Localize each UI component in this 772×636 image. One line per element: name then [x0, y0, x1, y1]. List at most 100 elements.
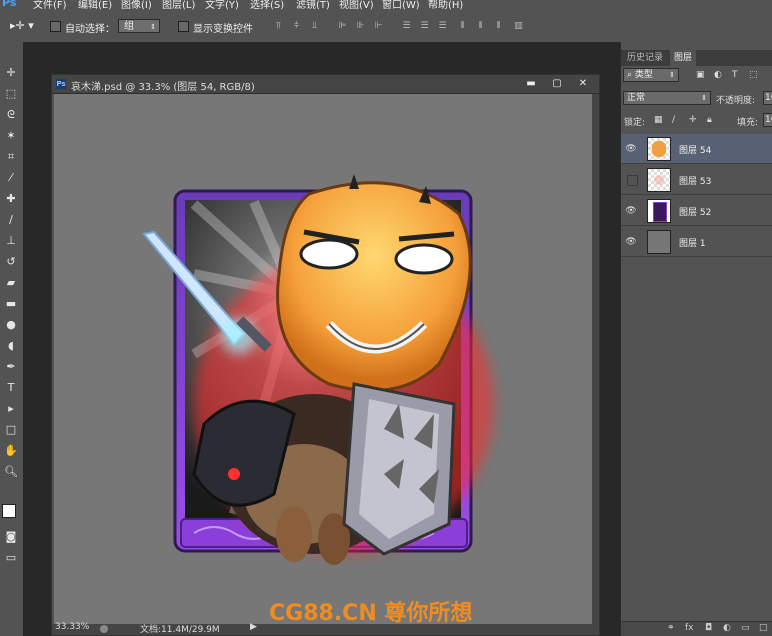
foreground-color-swatch[interactable] [2, 504, 16, 518]
distribute-left-icon[interactable]: ⦀ [457, 20, 468, 32]
menu-select[interactable]: 选择(S) [250, 0, 284, 10]
add-mask-icon[interactable]: ◘ [705, 623, 712, 633]
show-transform-label: 显示变换控件 [193, 24, 253, 35]
layer-row[interactable]: 👁︎ 图层 1 [621, 227, 772, 257]
maximize-button[interactable]: ▢ [544, 75, 570, 92]
eyedropper-icon[interactable]: ⁄ [2, 169, 20, 187]
opacity-value: 10 [765, 93, 772, 103]
zoom-tool-icon[interactable]: 🔍︎ [2, 463, 20, 481]
show-transform-checkbox[interactable] [178, 21, 189, 32]
dodge-tool-icon[interactable]: ◖ [2, 337, 20, 355]
visibility-eye-icon[interactable]: 👁︎ [625, 236, 637, 248]
brush-tool-icon[interactable]: ∕ [2, 211, 20, 229]
menu-edit[interactable]: 编辑(E) [78, 0, 112, 10]
layer-filter-dropdown[interactable]: ⌕ 类型 ⇕ [623, 68, 679, 82]
lasso-tool-icon[interactable]: ᘓ [2, 106, 20, 124]
filter-pixel-icon[interactable]: ▣ [696, 70, 705, 80]
hand-tool-icon[interactable]: ✋ [2, 442, 20, 460]
screen-mode-icon[interactable]: ▭ [2, 549, 20, 567]
dropdown-arrow-icon: ⇕ [701, 94, 707, 102]
shape-tool-icon[interactable]: □ [2, 421, 20, 439]
align-left-icon[interactable]: ⊫ [337, 20, 348, 32]
zoom-level[interactable]: 33.33% [55, 622, 89, 632]
gradient-tool-icon[interactable]: ▬ [2, 295, 20, 313]
align-hcenter-icon[interactable]: ⊪ [355, 20, 366, 32]
distribute-top-icon[interactable]: ☰ [401, 20, 412, 32]
menu-file[interactable]: 文件(F) [33, 0, 67, 10]
filter-shape-icon[interactable]: ⬚ [749, 70, 758, 80]
healing-brush-icon[interactable]: ✚ [2, 190, 20, 208]
canvas[interactable]: CG88.CN 尊你所想 [54, 94, 592, 625]
filter-adjust-icon[interactable]: ◐ [714, 70, 722, 80]
menu-view[interactable]: 视图(V) [339, 0, 374, 10]
status-menu-arrow-icon[interactable]: ▶ [250, 622, 257, 632]
auto-select-dropdown[interactable]: 组 ⇕ [118, 19, 160, 33]
layer-row[interactable]: 图层 53 [621, 165, 772, 195]
layer-name[interactable]: 图层 53 [679, 174, 711, 187]
clone-stamp-icon[interactable]: ⊥ [2, 232, 20, 250]
tab-history[interactable]: 历史记录 [623, 50, 667, 66]
menu-filter[interactable]: 滤镜(T) [296, 0, 330, 10]
crop-tool-icon[interactable]: ⌗ [2, 148, 20, 166]
new-layer-icon[interactable]: □ [759, 623, 768, 633]
layer-name[interactable]: 图层 54 [679, 143, 711, 156]
link-layers-icon[interactable]: ⚭ [667, 623, 675, 633]
move-tool-icon[interactable]: ▸✛ ▾ [10, 19, 34, 32]
visibility-toggle-off[interactable] [627, 175, 638, 186]
dropdown-arrow-icon: ⇕ [150, 23, 156, 31]
auto-select-checkbox[interactable] [50, 21, 61, 32]
lock-transparent-icon[interactable]: ▦ [654, 115, 663, 125]
tab-layers[interactable]: 图层 [670, 50, 697, 66]
menu-layer[interactable]: 图层(L) [162, 0, 195, 10]
minimize-button[interactable]: ▬ [518, 75, 544, 92]
opacity-input[interactable]: 10 [763, 91, 772, 105]
menu-help[interactable]: 帮助(H) [428, 0, 463, 10]
move-tool-icon[interactable]: ✛ [2, 64, 20, 82]
magic-wand-icon[interactable]: ✶ [2, 127, 20, 145]
align-right-icon[interactable]: ⊩ [373, 20, 384, 32]
align-vcenter-icon[interactable]: ⫩ [291, 20, 302, 32]
new-group-icon[interactable]: ▭ [741, 623, 750, 633]
pen-tool-icon[interactable]: ✒ [2, 358, 20, 376]
marquee-tool-icon[interactable]: ⬚ [2, 85, 20, 103]
layer-thumbnail [647, 168, 671, 192]
blend-mode-dropdown[interactable]: 正常 ⇕ [623, 91, 711, 105]
layer-name[interactable]: 图层 1 [679, 236, 706, 249]
options-bar: ▸✛ ▾ 自动选择： 组 ⇕ 显示变换控件 ⫪ ⫩ ⫫ ⊫ ⊪ ⊩ ☰ ☰ ☰ … [0, 10, 772, 43]
lock-all-icon[interactable]: 🔒︎ [707, 115, 712, 125]
distribute-bottom-icon[interactable]: ☰ [437, 20, 448, 32]
eraser-icon[interactable]: ▰ [2, 274, 20, 292]
visibility-eye-icon[interactable]: 👁︎ [625, 205, 637, 217]
auto-align-icon[interactable]: ▥ [513, 20, 524, 32]
distribute-vcenter-icon[interactable]: ☰ [419, 20, 430, 32]
status-icon [100, 625, 108, 633]
lock-image-icon[interactable]: ∕ [672, 115, 675, 125]
lock-position-icon[interactable]: ✛ [689, 115, 697, 125]
menu-type[interactable]: 文字(Y) [205, 0, 239, 10]
visibility-eye-icon[interactable]: 👁︎ [625, 143, 637, 155]
fill-input[interactable]: 10 [763, 113, 772, 127]
distribute-right-icon[interactable]: ⦀ [493, 20, 504, 32]
layer-name[interactable]: 图层 52 [679, 205, 711, 218]
search-icon: ⌕ [627, 70, 633, 80]
layer-row[interactable]: 👁︎ 图层 52 [621, 196, 772, 226]
path-select-icon[interactable]: ▸ [2, 400, 20, 418]
lock-label: 锁定: [624, 118, 646, 128]
layer-row[interactable]: 👁︎ 图层 54 [621, 134, 772, 164]
blur-tool-icon[interactable]: ● [2, 316, 20, 334]
type-tool-icon[interactable]: T [2, 379, 20, 397]
layer-style-icon[interactable]: fx [685, 623, 694, 633]
distribute-hcenter-icon[interactable]: ⦀ [475, 20, 486, 32]
tools-panel: ✛ ⬚ ᘓ ✶ ⌗ ⁄ ✚ ∕ ⊥ ↺ ▰ ▬ ● ◖ ✒ T ▸ □ ✋ 🔍︎… [0, 42, 24, 636]
menu-window[interactable]: 窗口(W) [382, 0, 420, 10]
history-brush-icon[interactable]: ↺ [2, 253, 20, 271]
align-top-icon[interactable]: ⫪ [273, 20, 284, 32]
quick-mask-icon[interactable]: ◙ [2, 528, 20, 546]
align-bottom-icon[interactable]: ⫫ [309, 20, 320, 32]
close-button[interactable]: ✕ [570, 75, 596, 92]
adjustment-layer-icon[interactable]: ◐ [723, 623, 731, 633]
document-tab[interactable]: Ps 哀木涕.psd @ 33.3% (图层 54, RGB/8) ▬ ▢ ✕ [52, 75, 599, 94]
menu-image[interactable]: 图像(I) [121, 0, 152, 10]
vertical-scrollbar[interactable] [592, 94, 599, 625]
filter-type-icon[interactable]: T [732, 70, 738, 80]
